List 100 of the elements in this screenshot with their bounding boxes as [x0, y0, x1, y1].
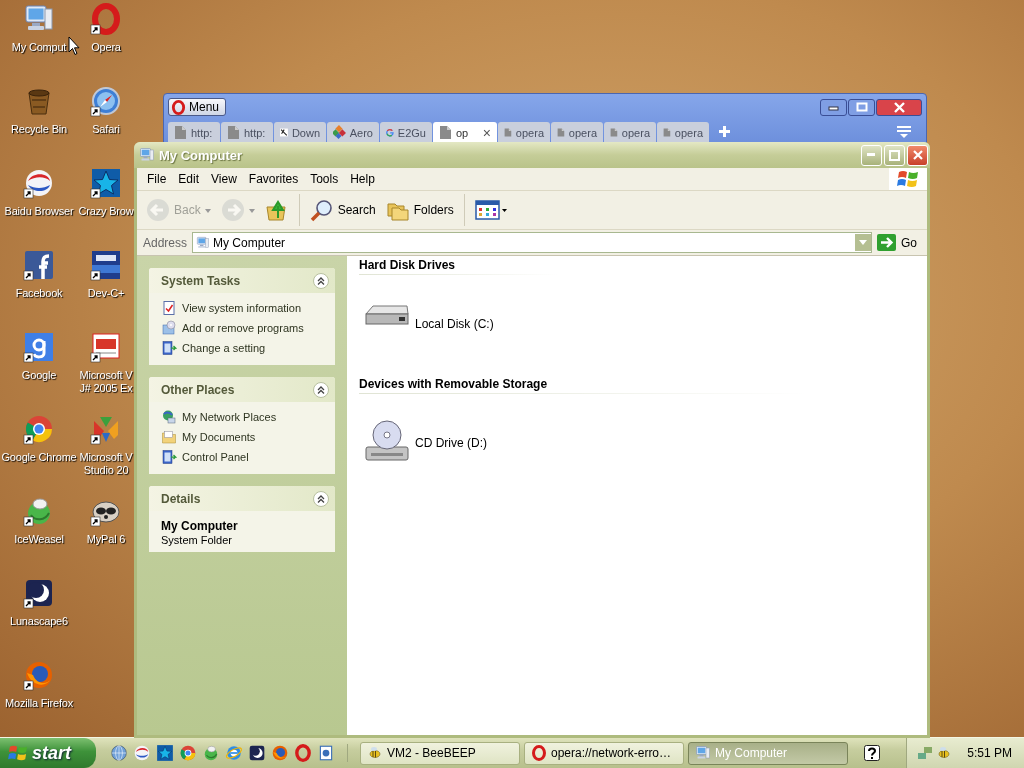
browser-tab[interactable]: opera [604, 122, 656, 143]
close-icon [893, 101, 905, 113]
page-icon [227, 125, 240, 140]
desktop-icon-label[interactable]: Facebook [15, 287, 63, 300]
minimize-button[interactable] [820, 98, 847, 116]
menu-item[interactable]: Edit [172, 172, 206, 186]
browser-tab[interactable]: http: [168, 122, 220, 143]
browser-tab[interactable]: opera [551, 122, 603, 143]
tab-title: E2Gu [397, 126, 426, 139]
browser-tab[interactable]: Aero [327, 122, 379, 143]
restore-button[interactable] [848, 98, 875, 116]
e-globe-icon[interactable] [225, 744, 243, 762]
tab-close-button[interactable]: × [482, 124, 491, 141]
search-icon [309, 198, 334, 222]
desktop-icon-label[interactable]: Opera [91, 41, 121, 54]
address-label: Address [143, 235, 188, 250]
swirl-icon[interactable] [133, 744, 151, 762]
chrome-ball-icon[interactable] [179, 744, 197, 762]
document-icon[interactable] [317, 744, 335, 762]
clock[interactable]: 5:51 PM [967, 746, 1012, 760]
menu-item[interactable]: Help [344, 172, 381, 186]
app-tile-icon[interactable] [90, 249, 122, 281]
desktop-icon-label[interactable]: Crazy Brow [78, 205, 134, 218]
fox-globe-icon[interactable] [23, 659, 55, 691]
address-field[interactable]: My Computer [192, 232, 872, 253]
page-icon [174, 125, 187, 140]
folder-up-icon [264, 198, 289, 222]
desktop-icon-label[interactable]: Google [21, 369, 57, 382]
desktop-icon-label[interactable]: Lunascape6 [10, 615, 68, 628]
app-tile-icon[interactable] [23, 249, 55, 281]
desktop-icon-label[interactable]: Microsoft V J# 2005 Ex [79, 369, 133, 395]
desktop-icon-label[interactable]: Dev-C+ [87, 287, 125, 300]
tab-title: opera [515, 126, 544, 139]
tab-title: op [456, 126, 469, 139]
tab-title: opera [674, 126, 703, 139]
menu-item[interactable]: Favorites [242, 172, 305, 186]
collapse-chevron-icon[interactable] [313, 381, 329, 398]
menu-lines-icon[interactable] [896, 124, 912, 138]
desktop-icon-label[interactable]: Mozilla Firefox [5, 697, 73, 710]
ring-icon[interactable] [294, 744, 312, 762]
browser-tab[interactable]: opera [498, 122, 550, 143]
details-name: My Computer [161, 519, 239, 533]
task-link[interactable]: Add or remove programs [182, 322, 304, 334]
crescent-icon[interactable] [248, 744, 266, 762]
maximize-icon [889, 149, 900, 161]
close-icon [912, 150, 923, 160]
app-tile-icon[interactable] [23, 331, 55, 363]
computer-icon [139, 147, 155, 163]
menu-item[interactable]: Tools [304, 172, 345, 186]
browser-tab[interactable]: opera [657, 122, 709, 143]
desktop-icon-label[interactable]: MyPal 6 [86, 533, 126, 546]
menu-button[interactable]: Menu [168, 98, 227, 116]
collapse-chevron-icon[interactable] [313, 272, 329, 289]
taskbar-button[interactable]: VM2 - BeeBEEP [360, 741, 520, 765]
go-button[interactable]: Go [877, 234, 923, 251]
help-icon[interactable] [864, 745, 880, 761]
browser-tab[interactable]: E2Gu [380, 122, 432, 143]
panel-title[interactable]: Details [161, 491, 201, 506]
task-link[interactable]: Control Panel [182, 451, 249, 463]
start-button[interactable]: start [0, 738, 96, 768]
task-link[interactable]: View system information [182, 302, 301, 314]
menu-item[interactable]: View [205, 172, 243, 186]
fox-globe-icon[interactable] [271, 744, 289, 762]
computer-icon [196, 235, 211, 250]
mouse-cursor-icon [68, 36, 80, 56]
app-tile-icon[interactable] [90, 331, 122, 363]
chrome-ball-icon[interactable] [23, 413, 55, 445]
plus-icon[interactable] [718, 124, 731, 138]
window-title: My Computer [159, 147, 244, 163]
browser-tab[interactable]: http: [221, 122, 273, 143]
task-link[interactable]: My Documents [182, 431, 256, 443]
task-link[interactable]: Change a setting [182, 342, 266, 354]
drive-label[interactable]: Local Disk (C:) [415, 317, 494, 331]
desktop-icon-label[interactable]: Recycle Bin [11, 123, 67, 136]
close-button[interactable] [876, 98, 922, 116]
collapse-chevron-icon[interactable] [313, 490, 329, 507]
globe-icon[interactable] [110, 744, 128, 762]
weasel-icon[interactable] [202, 744, 220, 762]
desktop-icon-label[interactable]: Baidu Browser [4, 205, 74, 218]
desktop-icon-label[interactable]: My Comput [11, 41, 67, 54]
folders-button[interactable]: Folders [382, 196, 457, 224]
star-icon[interactable] [156, 744, 174, 762]
compass-icon[interactable] [90, 85, 122, 117]
desktop-icon-label[interactable]: Google Chrome [1, 451, 77, 464]
bee-icon[interactable] [936, 745, 953, 761]
drive-label[interactable]: CD Drive (D:) [415, 436, 487, 450]
diamond-icon [333, 125, 346, 140]
crescent-icon[interactable] [23, 577, 55, 609]
search-button[interactable]: Search [306, 196, 379, 224]
browser-tab[interactable]: op × [433, 122, 497, 143]
desktop-icon-label[interactable]: IceWeasel [14, 533, 64, 546]
swirl-icon[interactable] [23, 167, 55, 199]
task-link[interactable]: My Network Places [182, 411, 277, 423]
browser-tab[interactable]: Down [274, 122, 326, 143]
desktop-icon-label[interactable]: Microsoft V Studio 20 [79, 451, 133, 477]
ring-icon [531, 745, 547, 761]
menu-item[interactable]: File [141, 172, 173, 186]
taskbar-button[interactable]: opera://network-erro… [524, 741, 684, 765]
desktop-icon-label[interactable]: Safari [92, 123, 120, 136]
ring-icon[interactable] [90, 3, 122, 35]
